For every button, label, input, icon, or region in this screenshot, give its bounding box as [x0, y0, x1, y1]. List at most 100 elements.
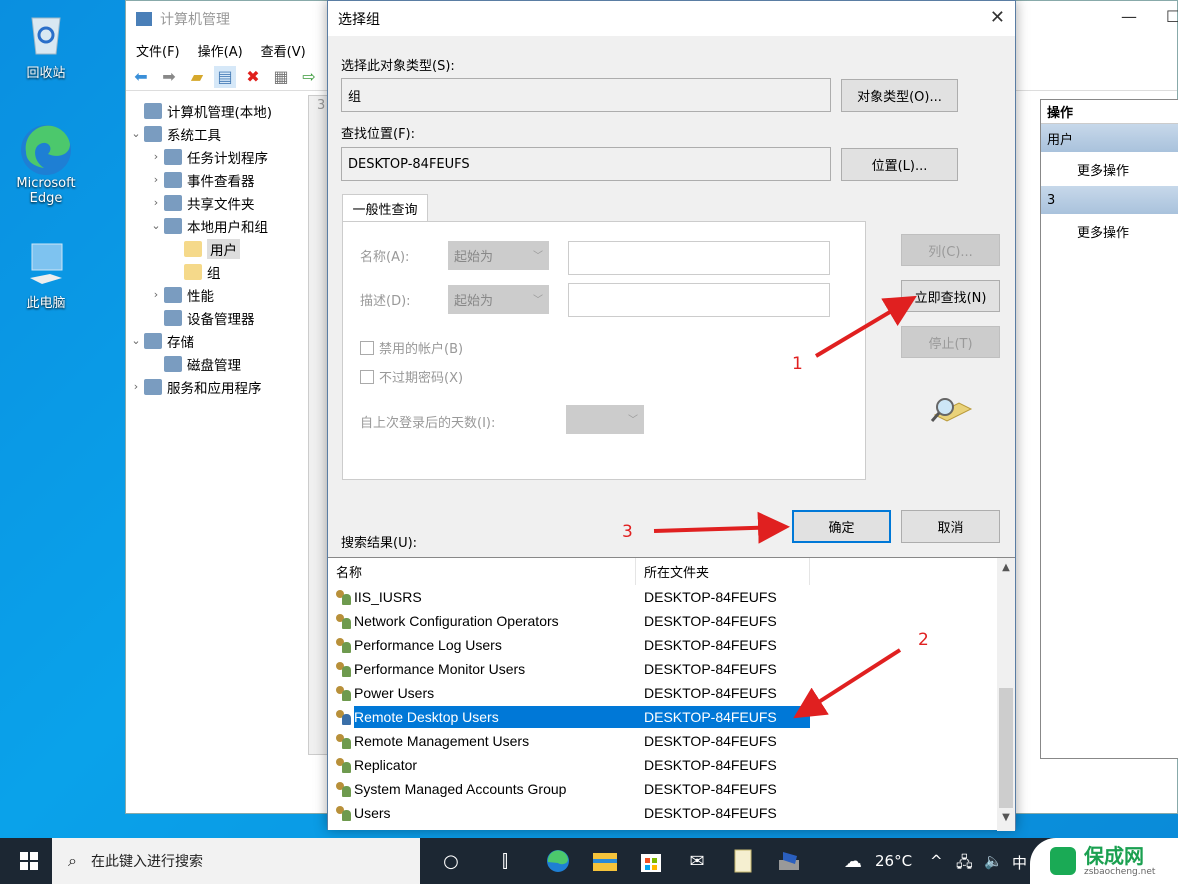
name-input[interactable]	[568, 241, 830, 275]
more-actions-link[interactable]: 更多操作	[1041, 152, 1178, 186]
cortana-icon[interactable]: ○	[438, 848, 464, 874]
minimize-button[interactable]: —	[1121, 7, 1137, 26]
ime-indicator[interactable]: 中	[1012, 852, 1027, 873]
result-row[interactable]: System Managed Accounts Group DESKTOP-84F…	[328, 777, 1015, 801]
chevron-down-icon[interactable]: ⌄	[128, 127, 144, 140]
menu-file[interactable]: 文件(F)	[136, 41, 180, 60]
chevron-down-icon[interactable]: ⌄	[128, 334, 144, 347]
chevron-right-icon[interactable]: ›	[148, 173, 164, 186]
menu-view[interactable]: 查看(V)	[261, 41, 306, 60]
properties-icon[interactable]: ▦	[270, 66, 292, 88]
chevron-right-icon[interactable]: ›	[128, 380, 144, 393]
desktop-icon-edge[interactable]: Microsoft Edge	[8, 122, 84, 206]
desktop-icon-recycle-bin[interactable]: 回收站	[8, 10, 84, 81]
tree-node[interactable]: ⌄ 系统工具	[128, 122, 306, 145]
location-field: DESKTOP-84FEUFS	[341, 147, 831, 181]
taskbar-search-box[interactable]: ⌕ 在此键入进行搜索	[52, 838, 420, 884]
tree-node-label: 性能	[187, 288, 214, 305]
scroll-down-icon[interactable]: ▼	[997, 812, 1015, 823]
tree-node[interactable]: ⌄ 存储	[128, 329, 306, 352]
result-row[interactable]: Power Users DESKTOP-84FEUFS	[328, 681, 1015, 705]
chevron-right-icon[interactable]: ›	[148, 288, 164, 301]
result-row[interactable]: Remote Management Users DESKTOP-84FEUFS	[328, 729, 1015, 753]
result-row[interactable]: Performance Monitor Users DESKTOP-84FEUFS	[328, 657, 1015, 681]
scrollbar-thumb[interactable]	[999, 688, 1013, 808]
task-view-icon[interactable]: ⫿	[492, 848, 518, 874]
shared-folder-icon	[164, 194, 182, 211]
show-hidden-icons[interactable]: ^	[930, 852, 943, 870]
column-header-folder[interactable]: 所在文件夹	[636, 558, 810, 585]
show-hide-tree-icon[interactable]: ▤	[214, 65, 236, 88]
result-folder: DESKTOP-84FEUFS	[644, 757, 777, 773]
maximize-button[interactable]: ☐	[1166, 7, 1178, 26]
result-row[interactable]: Network Configuration Operators DESKTOP-8…	[328, 609, 1015, 633]
edge-icon	[21, 122, 71, 175]
desktop-icon-this-pc[interactable]: 此电脑	[8, 240, 84, 311]
chevron-right-icon[interactable]: ›	[148, 150, 164, 163]
export-list-icon[interactable]: ⇨	[298, 66, 320, 88]
actions-group-users[interactable]: 用户	[1041, 124, 1178, 152]
network-icon[interactable]: 🖧	[956, 852, 973, 877]
days-since-logon-select[interactable]: ﹀	[566, 405, 644, 434]
volume-icon[interactable]: 🔈	[984, 852, 1003, 870]
more-actions-link[interactable]: 更多操作	[1041, 214, 1178, 248]
delete-icon[interactable]: ✖	[242, 66, 264, 88]
tree-node[interactable]: 用户	[128, 237, 306, 260]
menu-action[interactable]: 操作(A)	[198, 41, 243, 60]
back-icon[interactable]: ⬅	[130, 66, 152, 88]
file-explorer-icon[interactable]	[592, 848, 618, 874]
chevron-down-icon[interactable]: ⌄	[148, 219, 164, 232]
tree-node[interactable]: 磁盘管理	[128, 352, 306, 375]
mail-icon[interactable]: ✉	[684, 848, 710, 874]
tab-common-queries[interactable]: 一般性查询	[342, 194, 428, 222]
up-folder-icon[interactable]: ▰	[186, 66, 208, 88]
ok-button[interactable]: 确定	[792, 510, 891, 543]
users-groups-icon	[164, 217, 182, 234]
result-row[interactable]: IIS_IUSRS DESKTOP-84FEUFS	[328, 585, 1015, 609]
result-folder: DESKTOP-84FEUFS	[644, 589, 777, 605]
edge-taskbar-icon[interactable]	[545, 848, 571, 874]
locations-button[interactable]: 位置(L)...	[841, 148, 958, 181]
scroll-up-icon[interactable]: ▲	[997, 562, 1015, 573]
tree-node[interactable]: 组	[128, 260, 306, 283]
result-row[interactable]: Performance Log Users DESKTOP-84FEUFS	[328, 633, 1015, 657]
notepad-icon[interactable]	[730, 848, 756, 874]
weather-temperature[interactable]: 26°C	[875, 852, 912, 870]
result-row[interactable]: Remote Desktop Users DESKTOP-84FEUFS	[328, 705, 1015, 729]
results-scrollbar[interactable]: ▲ ▼	[997, 558, 1015, 831]
forward-icon[interactable]: ➡	[158, 66, 180, 88]
tree-node[interactable]: 计算机管理(本地)	[128, 99, 306, 122]
clock-icon	[164, 148, 182, 165]
result-row[interactable]: Users DESKTOP-84FEUFS	[328, 801, 1015, 825]
close-button[interactable]: ✕	[990, 7, 1005, 28]
find-now-button[interactable]: 立即查找(N)	[901, 280, 1000, 312]
weather-icon[interactable]: ☁	[840, 848, 866, 874]
tree-node[interactable]: › 共享文件夹	[128, 191, 306, 214]
name-mode-select[interactable]: 起始为 ﹀	[448, 241, 549, 270]
column-header-name[interactable]: 名称	[328, 558, 636, 585]
stop-button[interactable]: 停止(T)	[901, 326, 1000, 358]
tree-node[interactable]: › 任务计划程序	[128, 145, 306, 168]
actions-group-3[interactable]: 3	[1041, 186, 1178, 214]
windows-start-icon[interactable]	[16, 848, 42, 874]
store-icon[interactable]	[638, 848, 664, 874]
tree-node[interactable]: ⌄ 本地用户和组	[128, 214, 306, 237]
tree-node[interactable]: › 服务和应用程序	[128, 375, 306, 398]
columns-button[interactable]: 列(C)...	[901, 234, 1000, 266]
cancel-button[interactable]: 取消	[901, 510, 1000, 543]
group-icon	[334, 636, 354, 654]
tree-node[interactable]: 设备管理器	[128, 306, 306, 329]
tree-node[interactable]: › 性能	[128, 283, 306, 306]
name-label: 名称(A):	[360, 250, 410, 265]
description-input[interactable]	[568, 283, 830, 317]
description-mode-select[interactable]: 起始为 ﹀	[448, 285, 549, 314]
tree-node[interactable]: › 事件查看器	[128, 168, 306, 191]
result-row[interactable]: Replicator DESKTOP-84FEUFS	[328, 753, 1015, 777]
event-viewer-icon	[164, 171, 182, 188]
object-types-button[interactable]: 对象类型(O)...	[841, 79, 958, 112]
disabled-accounts-checkbox[interactable]: 禁用的帐户(B)	[360, 338, 463, 357]
non-expiring-password-checkbox[interactable]: 不过期密码(X)	[360, 367, 463, 386]
tree-node-label: 设备管理器	[187, 311, 255, 328]
chevron-right-icon[interactable]: ›	[148, 196, 164, 209]
computer-management-taskbar-icon[interactable]	[776, 848, 802, 874]
